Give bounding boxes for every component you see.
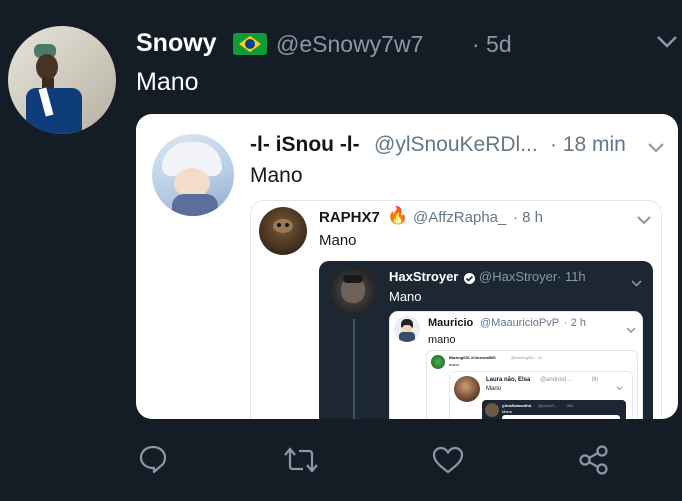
tweet-time: · 5d [472,31,512,57]
quoted-tweet-card-7[interactable]: yAnaSamanthA @yAnaS... · 30s Mano [482,400,626,419]
quoted-handle[interactable]: @ylSnouKeRDl... [374,133,544,157]
quoted-text-3: Mano [389,289,422,304]
quoted-text-4: mano [428,334,456,346]
quoted-name-5[interactable]: Blazing051 #CarnavalBS [449,355,496,360]
quoted-avatar-6[interactable] [454,376,480,402]
verified-icon [464,271,475,289]
quoted-time-7: · 30s [564,403,573,408]
quoted-text-5: mano [449,362,460,367]
quoted-name-2[interactable]: RAPHX7 [319,209,380,226]
fire-icon: 🔥 [387,206,409,225]
quoted-time-5: · 1h [535,355,542,360]
author-name[interactable]: Snowy [136,29,217,58]
like-icon[interactable] [432,446,464,474]
quoted-avatar-4[interactable] [394,316,420,342]
quoted-time-6: · 8h [588,377,599,383]
quoted-name[interactable]: -l- iSnou -l- [250,133,360,157]
tweet-text: Mano [136,68,199,96]
author-avatar[interactable] [8,26,116,134]
chevron-down-icon[interactable] [626,320,636,338]
chevron-down-icon[interactable] [656,35,678,54]
quoted-time-4: · 2 h [564,317,587,329]
quoted-name-7[interactable]: yAnaSamanthA [502,403,532,408]
quoted-avatar[interactable] [152,134,234,216]
quoted-name-4[interactable]: Mauricio [428,317,473,329]
quoted-tweet-card-3[interactable]: HaxStroyer @HaxStroyer · 11h Mano Mauric… [319,261,653,419]
quoted-time-2: · 8 h [513,209,544,226]
quoted-time: · 18 min [550,133,626,156]
chevron-down-icon[interactable] [637,212,651,230]
flag-icon [233,33,267,55]
share-icon[interactable] [578,444,610,476]
quoted-tweet-card-2[interactable]: RAPHX7 🔥 @AffzRapha_ · 8 h Mano HaxStroy… [250,200,662,419]
quoted-avatar-2[interactable] [259,207,307,255]
chevron-down-icon[interactable] [648,140,664,158]
quoted-tweet-card[interactable]: -l- iSnou -l- @ylSnouKeRDl... · 18 min M… [136,114,678,419]
quoted-handle-5[interactable]: @blazing051 [511,355,534,360]
quoted-handle-6[interactable]: @android... [540,377,571,383]
quoted-text-2: Mano [319,232,357,249]
quoted-text-6: Mano [486,386,502,392]
chevron-down-icon[interactable] [631,274,642,292]
quoted-handle-7[interactable]: @yAnaS... [538,403,557,408]
quoted-tweet-card-4[interactable]: Mauricio @MaauricioPvP · 2 h mano Blazin… [389,311,643,419]
quoted-handle-2[interactable]: @AffzRapha_ [413,209,506,226]
author-handle[interactable]: @eSnowy7w7 [276,31,423,58]
quoted-avatar-5[interactable] [431,355,445,369]
reply-icon[interactable] [138,444,168,474]
quoted-tweet-card-6[interactable]: Laura não, Elsa @android... · 8h Mano yA… [449,371,633,419]
retweet-icon[interactable] [284,446,318,474]
quoted-handle-3[interactable]: @HaxStroyer [479,269,557,284]
quoted-handle-4[interactable]: @MaauricioPvP [480,317,559,329]
quoted-avatar-7[interactable] [485,403,499,417]
chevron-down-icon[interactable] [616,378,623,396]
quoted-text: Mano [250,164,303,187]
quoted-tweet-card-5[interactable]: Blazing051 #CarnavalBS @blazing051 · 1h … [426,350,638,419]
quoted-avatar-3[interactable] [329,267,377,315]
quoted-name-6[interactable]: Laura não, Elsa [486,377,530,383]
quoted-time-3: · 11h [557,269,586,284]
quoted-name-3[interactable]: HaxStroyer [389,269,458,284]
quoted-text-7: Mano [502,409,513,414]
